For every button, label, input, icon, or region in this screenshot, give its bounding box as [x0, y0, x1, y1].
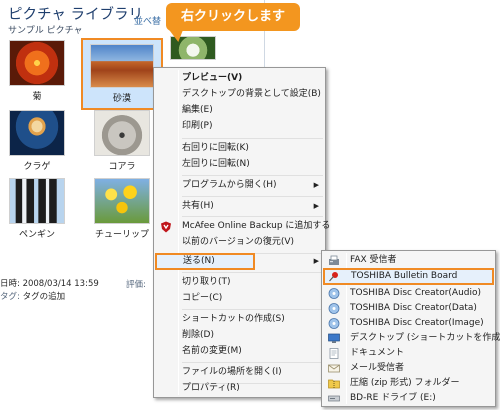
disc-icon	[328, 318, 340, 329]
pushpin-icon	[328, 271, 340, 282]
tulips-image	[94, 178, 150, 224]
send-to-disc-creator-data[interactable]: TOSHIBA Disc Creator(Data)	[324, 301, 493, 316]
menu-item-restore-previous-versions[interactable]: 以前のバージョンの復元(V)	[156, 235, 323, 250]
menu-separator	[182, 216, 323, 217]
library-subtitle: サンプル ピクチャ	[8, 26, 83, 36]
instruction-callout: 右クリックします	[166, 3, 300, 31]
menu-separator	[182, 175, 323, 176]
send-to-zip-folder[interactable]: 圧縮 (zip 形式) フォルダー	[324, 376, 493, 391]
desert-image	[90, 44, 154, 88]
menu-separator	[182, 309, 323, 310]
send-to-desktop-shortcut[interactable]: デスクトップ (ショートカットを作成)	[324, 331, 500, 346]
penguins-image	[9, 178, 65, 224]
mail-icon	[328, 363, 340, 374]
thumbnail-label: チューリップ	[94, 230, 149, 240]
send-to-mail-recipient[interactable]: メール受信者	[324, 361, 493, 376]
menu-item-create-shortcut[interactable]: ショートカットの作成(S)	[156, 312, 323, 327]
thumbnail-label: コアラ	[108, 162, 136, 172]
thumbnail-label: ペンギン	[18, 230, 55, 240]
menu-separator	[182, 196, 323, 197]
rating-label: 評価:	[126, 280, 146, 290]
thumbnail-label: 砂漠	[112, 94, 131, 104]
menu-item-set-desktop-background[interactable]: デスクトップの背景として設定(B)	[156, 87, 323, 102]
disc-icon	[328, 288, 340, 299]
tag-value[interactable]: タグの追加	[23, 292, 66, 302]
koala-image	[94, 110, 150, 156]
jellyfish-image	[9, 110, 65, 156]
menu-separator	[182, 272, 323, 273]
menu-item-copy[interactable]: コピー(C)	[156, 291, 323, 306]
disc-icon	[328, 303, 340, 314]
menu-item-edit[interactable]: 編集(E)	[156, 103, 323, 118]
menu-item-send-to[interactable]: 送る(N)	[155, 253, 255, 270]
tag-label: タグ:	[0, 292, 20, 302]
menu-item-open-with[interactable]: プログラムから開く(H) ▶	[156, 178, 323, 193]
menu-item-cut[interactable]: 切り取り(T)	[156, 275, 323, 290]
send-to-bd-re-drive[interactable]: BD-RE ドライブ (E:)	[324, 391, 493, 406]
context-menu: プレビュー(V) デスクトップの背景として設定(B) 編集(E) 印刷(P) 右…	[153, 67, 330, 398]
zip-folder-icon	[328, 378, 340, 389]
mcafee-shield-icon	[160, 221, 172, 233]
menu-item-rename[interactable]: 名前の変更(M)	[156, 344, 323, 359]
thumbnail-desert[interactable]: 砂漠	[81, 38, 163, 110]
menu-item-open-file-location[interactable]: ファイルの場所を開く(I)	[156, 365, 323, 380]
send-to-toshiba-bulletin-board[interactable]: TOSHIBA Bulletin Board	[323, 268, 494, 285]
send-to-documents[interactable]: ドキュメント	[324, 346, 493, 361]
submenu-arrow-icon: ▶	[313, 257, 319, 265]
thumbnail-label: クラゲ	[23, 162, 51, 172]
library-title: ピクチャ ライブラリ	[8, 7, 143, 23]
menu-item-share[interactable]: 共有(H) ▶	[156, 199, 323, 214]
desktop-icon	[328, 333, 340, 344]
thumbnail-penguins[interactable]: ペンギン	[3, 178, 71, 248]
send-to-arrow-cell[interactable]: ▶	[293, 254, 323, 269]
send-to-disc-creator-audio[interactable]: TOSHIBA Disc Creator(Audio)	[324, 286, 493, 301]
menu-item-preview[interactable]: プレビュー(V)	[156, 71, 323, 86]
menu-item-mcafee-backup[interactable]: McAfee Online Backup に追加する	[156, 219, 330, 234]
submenu-arrow-icon: ▶	[313, 181, 319, 189]
send-to-fax-recipient[interactable]: FAX 受信者	[324, 253, 493, 268]
chrysanthemum-image	[9, 40, 65, 86]
menu-separator	[182, 362, 323, 363]
thumbnail-jellyfish[interactable]: クラゲ	[3, 110, 71, 180]
thumbnail-tulips[interactable]: チューリップ	[88, 178, 156, 248]
thumbnail-koala[interactable]: コアラ	[88, 110, 156, 180]
menu-separator	[182, 138, 323, 139]
submenu-arrow-icon: ▶	[313, 202, 319, 210]
menu-item-print[interactable]: 印刷(P)	[156, 119, 323, 134]
menu-item-delete[interactable]: 削除(D)	[156, 328, 323, 343]
optical-drive-icon	[328, 393, 340, 404]
sort-by-link[interactable]: 並べ替	[134, 14, 161, 27]
documents-icon	[328, 348, 340, 359]
send-to-disc-creator-image[interactable]: TOSHIBA Disc Creator(Image)	[324, 316, 493, 331]
menu-item-rotate-counterclockwise[interactable]: 左回りに回転(N)	[156, 157, 323, 172]
fax-icon	[328, 255, 340, 266]
thumbnail-label: 菊	[32, 92, 42, 102]
menu-item-properties[interactable]: プロパティ(R)	[156, 381, 323, 396]
thumbnail-chrysanthemum[interactable]: 菊	[3, 40, 71, 110]
menu-item-rotate-clockwise[interactable]: 右回りに回転(K)	[156, 141, 323, 156]
send-to-submenu: FAX 受信者 TOSHIBA Bulletin Board TOSHIBA D…	[321, 250, 500, 407]
